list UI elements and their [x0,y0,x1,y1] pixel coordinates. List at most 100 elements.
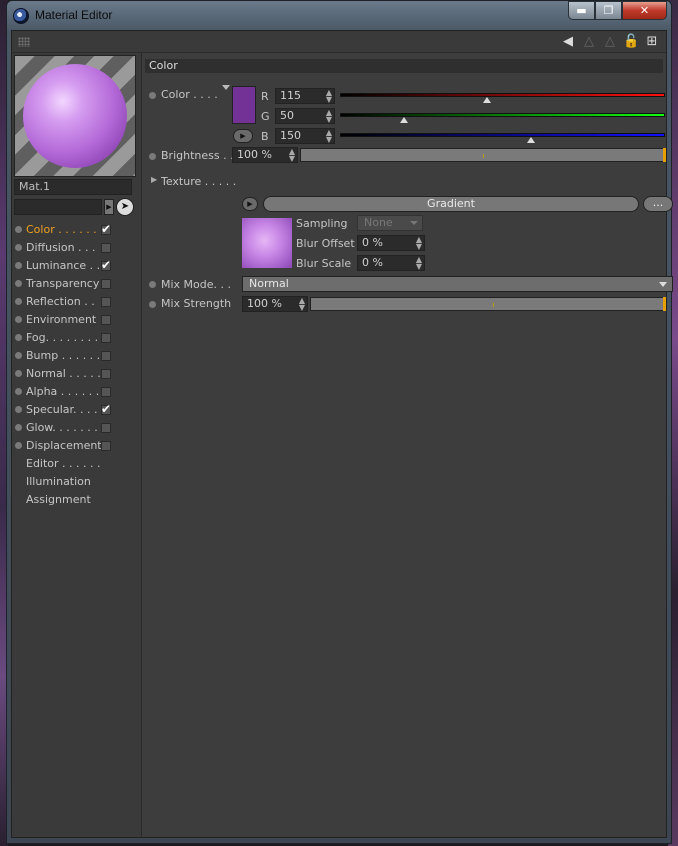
sampling-select[interactable]: None [357,215,423,231]
color-swatch[interactable] [232,86,256,124]
b-input[interactable]: 150 ▲ ▼ [275,128,335,144]
channel-item-displacement[interactable]: Displacement [12,437,142,455]
color-animate-dot[interactable] [149,92,156,99]
channel-label: Diffusion . . . [26,241,96,254]
channel-item-normal[interactable]: Normal . . . . . [12,365,142,383]
r-slider-knob[interactable] [482,97,491,103]
mix-mode-select[interactable]: Normal [242,276,673,292]
channel-animate-dot[interactable] [15,298,22,305]
channel-label: Alpha . . . . . . [26,385,100,398]
pointer-cursor-icon[interactable]: ➤ [116,198,134,216]
mix-mode-animate-dot[interactable] [149,281,156,288]
mix-strength-slider[interactable] [310,297,666,311]
channel-label: Displacement [26,439,102,452]
channel-item-transparency[interactable]: Transparency [12,275,142,293]
channel-item-glow[interactable]: Glow. . . . . . . [12,419,142,437]
close-button[interactable]: ✕ [622,1,667,20]
channel-checkbox[interactable] [101,315,111,325]
channel-item-illumination[interactable]: Illumination [12,473,142,491]
brightness-slider[interactable] [300,148,666,162]
texture-expand-arrow-icon[interactable]: ▶ [151,175,157,184]
channel-item-editor[interactable]: Editor . . . . . . [12,455,142,473]
cinema4d-app-icon [13,8,29,24]
channel-checkbox[interactable] [101,279,111,289]
channel-animate-dot[interactable] [15,226,22,233]
b-slider-knob[interactable] [527,137,536,143]
channel-item-color[interactable]: Color . . . . . . ✔ [12,221,142,239]
up-arrow-icon[interactable]: △ [602,34,618,50]
g-slider-knob[interactable] [399,117,408,123]
brightness-animate-dot[interactable] [149,153,156,160]
blur-scale-input[interactable]: 0 % ▲ ▼ [357,255,425,271]
channel-animate-dot[interactable] [15,280,22,287]
channel-animate-dot[interactable] [15,334,22,341]
new-window-icon[interactable]: ⊞ [644,34,660,50]
channel-checkbox[interactable]: ✔ [101,259,111,271]
expand-arrow-icon[interactable]: ▶ [104,199,114,215]
brightness-input[interactable]: 100 % ▲ ▼ [232,147,298,163]
mix-strength-animate-dot[interactable] [149,301,156,308]
channel-checkbox[interactable] [101,369,111,379]
material-editor-window: Material Editor ▬ ❐ ✕ ◀ △ △ 🔓 ⊞ Mat.1 ▶ [6,0,673,844]
channel-label: Bump . . . . . . [26,349,101,362]
grip-handle-icon[interactable] [18,37,30,47]
color-options-arrow-icon[interactable] [222,85,230,90]
channel-label: Specular. . . . [26,403,98,416]
g-slider[interactable] [340,113,665,117]
blur-offset-label: Blur Offset [296,237,355,250]
lock-icon[interactable]: 🔓 [623,34,639,50]
minimize-button[interactable]: ▬ [568,1,595,20]
material-preview[interactable] [14,55,136,177]
g-input[interactable]: 50 ▲ ▼ [275,108,335,124]
mix-strength-input[interactable]: 100 % ▲ ▼ [242,296,308,312]
channel-search-field[interactable] [14,199,102,215]
channel-animate-dot[interactable] [15,406,22,413]
material-name-field[interactable]: Mat.1 [14,179,132,195]
b-slider[interactable] [340,133,665,137]
channel-item-bump[interactable]: Bump . . . . . . [12,347,142,365]
channel-checkbox[interactable] [101,243,111,253]
channel-item-diffusion[interactable]: Diffusion . . . [12,239,142,257]
channel-checkbox[interactable] [101,333,111,343]
maximize-button[interactable]: ❐ [595,1,622,20]
channel-animate-dot[interactable] [15,424,22,431]
back-arrow-icon[interactable]: ◀ [560,34,576,50]
channel-checkbox[interactable]: ✔ [101,403,111,415]
channel-label: Color . . . . . . [26,223,97,236]
color-mode-button[interactable]: ▶ [233,129,253,143]
channel-item-assignment[interactable]: Assignment [12,491,142,509]
channel-animate-dot[interactable] [15,370,22,377]
close-icon: ✕ [639,4,650,17]
channel-label: Luminance . . [26,259,101,272]
texture-preview[interactable] [242,218,292,268]
channel-label: Transparency [26,277,100,290]
texture-shader-button[interactable]: Gradient [263,196,639,212]
blur-offset-input[interactable]: 0 % ▲ ▼ [357,235,425,251]
channel-checkbox[interactable] [101,423,111,433]
title-bar[interactable]: Material Editor ▬ ❐ ✕ [7,1,671,31]
texture-more-button[interactable]: ... [643,196,673,212]
channel-animate-dot[interactable] [15,388,22,395]
r-input[interactable]: 115 ▲ ▼ [275,88,335,104]
texture-label: Texture . . . . . [161,175,237,188]
channel-item-luminance[interactable]: Luminance . . ✔ [12,257,142,275]
channel-checkbox[interactable] [101,441,111,451]
channel-item-environment[interactable]: Environment [12,311,142,329]
channel-animate-dot[interactable] [15,352,22,359]
forward-arrow-icon[interactable]: △ [581,34,597,50]
editor-toolbar: ◀ △ △ 🔓 ⊞ [12,31,666,53]
channel-animate-dot[interactable] [15,262,22,269]
channel-item-reflection[interactable]: Reflection . . [12,293,142,311]
channel-checkbox[interactable] [101,387,111,397]
r-slider[interactable] [340,93,665,97]
channel-animate-dot[interactable] [15,442,22,449]
channel-checkbox[interactable] [101,297,111,307]
channel-checkbox[interactable]: ✔ [101,223,111,235]
channel-item-alpha[interactable]: Alpha . . . . . . [12,383,142,401]
channel-item-fog[interactable]: Fog. . . . . . . . [12,329,142,347]
channel-animate-dot[interactable] [15,244,22,251]
channel-item-specular[interactable]: Specular. . . . ✔ [12,401,142,419]
texture-menu-button[interactable]: ▶ [242,197,258,211]
channel-animate-dot[interactable] [15,316,22,323]
channel-checkbox[interactable] [101,351,111,361]
